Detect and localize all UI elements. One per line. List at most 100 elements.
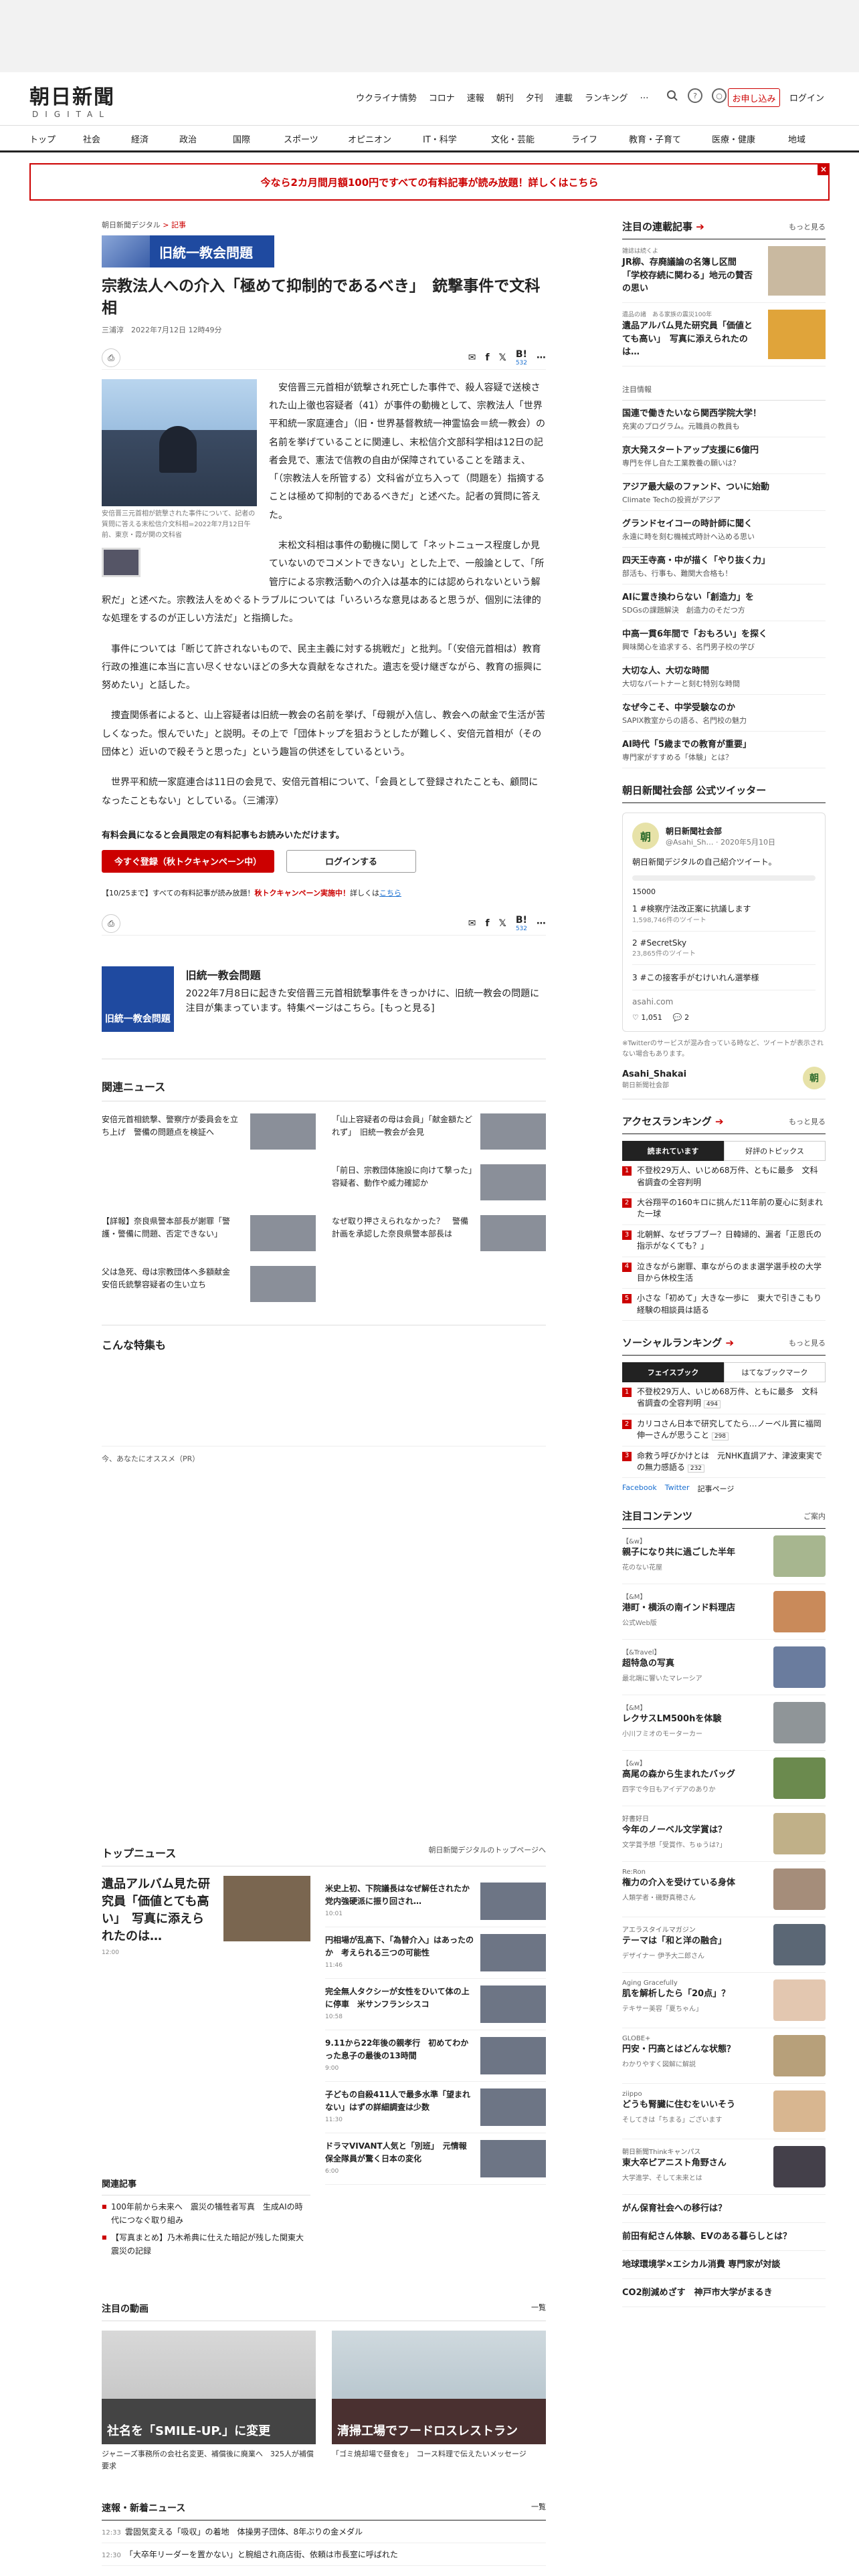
promo-item[interactable]: 大切な人、大切な時間 大切なパートナーと刻む特別な時間 <box>622 658 826 695</box>
hatena-icon[interactable]: B! 532 <box>516 349 527 366</box>
social-item[interactable]: 2 カリコさん日本で研究してたら…ノーベル賞に福岡伸一さんが思うこと 298 <box>622 1414 826 1446</box>
article-photo[interactable]: 安倍晋三元首相が銃撃された事件について、記者の質問に答える末松信介文科相=202… <box>102 379 257 577</box>
breadcrumb-category[interactable]: 記事 <box>171 221 186 229</box>
breaking-item[interactable]: 12:30 「大卒年リーダーを置かない」と腕組され商店街、依頼は市長室に呼ばれた <box>102 2543 546 2566</box>
mail-icon[interactable]: ✉ <box>468 918 476 929</box>
login-button[interactable]: ログインする <box>286 849 416 873</box>
gnav-medical[interactable]: 医療・健康 <box>712 126 788 152</box>
content-item[interactable]: 前田有紀さん体験、EVのある暮らしとは？ <box>622 2223 826 2252</box>
article-page-link[interactable]: 記事ページ <box>698 1483 735 1494</box>
video-item[interactable]: 社名を「SMILE-UP.」に変更 ジャニーズ事務所の会社名変更、補償後に廃業へ… <box>102 2331 316 2472</box>
promo-item[interactable]: グランドセイコーの時計師に聞く 永遠に時を刻む機械式時計へ込める思い <box>622 511 826 548</box>
gnav-international[interactable]: 国際 <box>233 126 284 152</box>
content-item[interactable]: アエラスタイルマガジン テーマは「和と洋の融合」 デザイナー 伊予大二郎さん <box>622 1917 826 1973</box>
content-item[interactable]: 【&M】 レクサスLM500hを体験 小川フミオのモーターカー <box>622 1695 826 1751</box>
nav-series[interactable]: 連載 <box>555 91 573 104</box>
heart-icon[interactable]: ♡ 1,051 <box>632 1013 662 1022</box>
gnav-sports[interactable]: スポーツ <box>284 126 348 152</box>
gnav-education[interactable]: 教育・子育て <box>629 126 712 152</box>
top-news-item[interactable]: 子どもの自殺411人で最多水準「望まれない」はずの詳細調査は少数 11:30 <box>325 2082 546 2133</box>
nav-ranking[interactable]: ランキング <box>585 91 628 104</box>
content-item[interactable]: 【&Travel】 超特急の写真 最北端に響いたマレーシア <box>622 1640 826 1696</box>
gnav-top[interactable]: トップ <box>29 126 83 152</box>
series-more-link[interactable]: もっと見る <box>789 221 826 232</box>
ranking-item[interactable]: 3 北朝鮮、なぜラブブー？日韓婦的、漏者「正恩氏の指示がなくても？」 <box>622 1225 826 1257</box>
gnav-region[interactable]: 地域 <box>788 126 828 152</box>
mail-icon[interactable]: ✉ <box>468 352 476 363</box>
content-item[interactable]: 【&M】 港町・横浜の南インド料理店 公式Web版 <box>622 1584 826 1640</box>
nav-breaking[interactable]: 速報 <box>467 91 484 104</box>
promo-item[interactable]: 四天王寺高・中が描く「やり抜く力」 部活も、行事も、難関大合格も！ <box>622 548 826 584</box>
facebook-link[interactable]: Facebook <box>622 1483 657 1494</box>
gnav-economy[interactable]: 経済 <box>131 126 179 152</box>
subscribe-button[interactable]: お申し込み <box>728 88 780 107</box>
promo-item[interactable]: 京大発スタートアップ支援に6億円 専門を伴し自た工業教養の願いは？ <box>622 437 826 474</box>
tw-trend[interactable]: 2 #SecretSky 23,865件のツイート <box>632 932 816 966</box>
related-item[interactable]: 【詳報】奈良県警本部長が謝罪「警護・警備に問題、否定できない」 <box>102 1214 316 1251</box>
video-item[interactable]: 清掃工場でフードロスレストラン 「ゴミ焼却場で昼食を」 コース料理で伝えたいメッ… <box>332 2331 546 2472</box>
gnav-opinion[interactable]: オピニオン <box>348 126 423 152</box>
series-item[interactable]: 雑誌は続くよ JR柳、存廃議論の名簿し区間「学校存続に関わる」地元の賛否の思い <box>622 239 826 303</box>
related-item[interactable]: 父は急死、母は宗教団体へ多額献金 安倍氏銃撃容疑者の生い立ち <box>102 1265 316 1302</box>
top-lead-story[interactable]: 遺品アルバム見た研究員「価値とても高い」 写真に添えられたのは… 12:00 <box>102 1876 310 1956</box>
article-image[interactable] <box>102 379 257 506</box>
promo-item[interactable]: AI時代「5歳までの教育が重要」 専門家がすすめる「体験」とは？ <box>622 732 826 768</box>
gnav-society[interactable]: 社会 <box>83 126 131 152</box>
top-related-item[interactable]: 100年前から未来へ 震災の犠牲者写真 生成AIの時代につなぐ取り組み <box>102 2201 310 2228</box>
series-item[interactable]: 遺品の諸 ある家族の震災100年 遺品アルバム見た研究員「価値とても高い」 写真に… <box>622 303 826 366</box>
gnav-it-science[interactable]: IT・科学 <box>423 126 491 152</box>
content-item[interactable]: 好書好日 今年のノーベル文学賞は？ 文学賞予想「受賞作、ちゅうは?」 <box>622 1806 826 1862</box>
tw-account-name[interactable]: Asahi_Shakai <box>622 1069 686 1079</box>
content-item[interactable]: 【&w】 親子になり共に過ごした半年 花のない花屋 <box>622 1529 826 1585</box>
gnav-life[interactable]: ライフ <box>571 126 629 152</box>
print-icon[interactable]: ⎙ <box>102 914 120 934</box>
video-thumbnail[interactable]: 社名を「SMILE-UP.」に変更 <box>102 2331 316 2444</box>
rank-tab-read[interactable]: 読まれています <box>622 1141 724 1162</box>
related-item[interactable]: なぜ取り押さえられなかった？ 警備計画を承認した奈良県警本部長は <box>332 1214 546 1251</box>
social-item[interactable]: 1 不登校29万人、いじめ68万件、ともに最多 文科省調査の全容判明 494 <box>622 1382 826 1414</box>
tw-link[interactable]: asahi.com <box>632 997 816 1006</box>
related-item[interactable]: 「前日、宗教団体施設に向けて撃った」 容疑者、動作や威力確認か <box>332 1164 546 1200</box>
video-thumbnail[interactable]: 清掃工場でフードロスレストラン <box>332 2331 546 2444</box>
close-icon[interactable]: × <box>818 163 830 175</box>
social-tab-facebook[interactable]: フェイスブック <box>622 1362 724 1383</box>
facebook-icon[interactable]: f <box>485 918 489 929</box>
top-news-link[interactable]: 朝日新聞デジタルのトップページへ <box>428 1844 546 1860</box>
campaign-banner[interactable]: 今なら2カ月間月額100円ですべての有料記事が読み放題！詳しくはこちら × <box>29 163 830 201</box>
ranking-item[interactable]: 2 大谷翔平の160キロに挑んだ11年前の夏心に刻まれた一球 <box>622 1193 826 1225</box>
breaking-item[interactable]: 12:33 雲固気変える「吸収」の着地 体操男子団体、8年ぶりの金メダル <box>102 2520 546 2543</box>
twitter-link[interactable]: Twitter <box>665 1483 690 1494</box>
site-logo[interactable]: 朝日新聞 DIGITAL <box>29 80 116 119</box>
twitter-icon[interactable]: 𝕏 <box>499 918 506 929</box>
ranking-item[interactable]: 1 不登校29万人、いじめ68万件、ともに最多 文科省調査の全容判明 <box>622 1161 826 1193</box>
nc-more-link[interactable]: ご案内 <box>803 1511 826 1521</box>
reply-icon[interactable]: 💬 2 <box>673 1013 689 1022</box>
promo-item[interactable]: アジア最大級のファンド、ついに始動 Climate Techの投資がアジア <box>622 474 826 511</box>
rank-more-link[interactable]: もっと見る <box>789 1116 826 1127</box>
user-icon[interactable]: ○ <box>712 88 727 103</box>
ranking-item[interactable]: 5 小さな「初めて」大きな一歩に 東大で引きこもり経験の相談員は語る <box>622 1289 826 1321</box>
content-item[interactable]: GLOBE+ 円安・円高とはどんな状態？ わかりやすく図解に解説 <box>622 2028 826 2084</box>
print-icon[interactable]: ⎙ <box>102 348 120 368</box>
top-news-item[interactable]: 9.11から22年後の親孝行 初めてわかった息子の最後の13時間 9:00 <box>325 2030 546 2082</box>
feature-image[interactable]: 旧統一教会問題 <box>102 966 174 1032</box>
nav-ukraine[interactable]: ウクライナ情勢 <box>356 91 417 104</box>
breaking-more-link[interactable]: 一覧 <box>531 2501 546 2514</box>
twitter-embed[interactable]: 朝 朝日新聞社会部 @Asahi_Sh… · 2020年5月10日 朝日新聞デジ… <box>622 813 826 1033</box>
gnav-politics[interactable]: 政治 <box>179 126 233 152</box>
facebook-icon[interactable]: f <box>485 352 489 363</box>
content-item[interactable]: がん保育社会への移行は？ <box>622 2195 826 2224</box>
tw-trend[interactable]: 3 #この接客手がむけいれん選挙様 <box>632 965 816 991</box>
top-news-item[interactable]: ドラマVIVANT人気と「別班」 元情報保全隊員が驚く日本の変化 6:00 <box>325 2133 546 2185</box>
avatar[interactable]: 朝 <box>803 1067 826 1090</box>
hatena-icon[interactable]: B! 532 <box>516 915 527 932</box>
help-icon[interactable]: ? <box>688 88 702 103</box>
feature-title[interactable]: 旧統一教会問題 <box>186 966 546 982</box>
social-tab-hatena[interactable]: はてなブックマーク <box>724 1362 826 1383</box>
social-item[interactable]: 3 命救う呼びかけとは 元NHK直調アナ、津波東実での無力感語る 232 <box>622 1446 826 1479</box>
social-more-link[interactable]: もっと見る <box>789 1337 826 1348</box>
nav-more[interactable]: … <box>640 91 648 104</box>
promo-item[interactable]: なぜ今こそ、中学受験なのか SAPIX教室からの語る、名門校の魅力 <box>622 695 826 732</box>
related-item[interactable]: 安倍元首相銃撃、警察庁が委員会を立ち上げ 警備の問題点を検証へ <box>102 1113 316 1150</box>
top-related-item[interactable]: 【写真まとめ】乃木希典に仕えた暗記が残した関東大震災の記録 <box>102 2232 310 2258</box>
